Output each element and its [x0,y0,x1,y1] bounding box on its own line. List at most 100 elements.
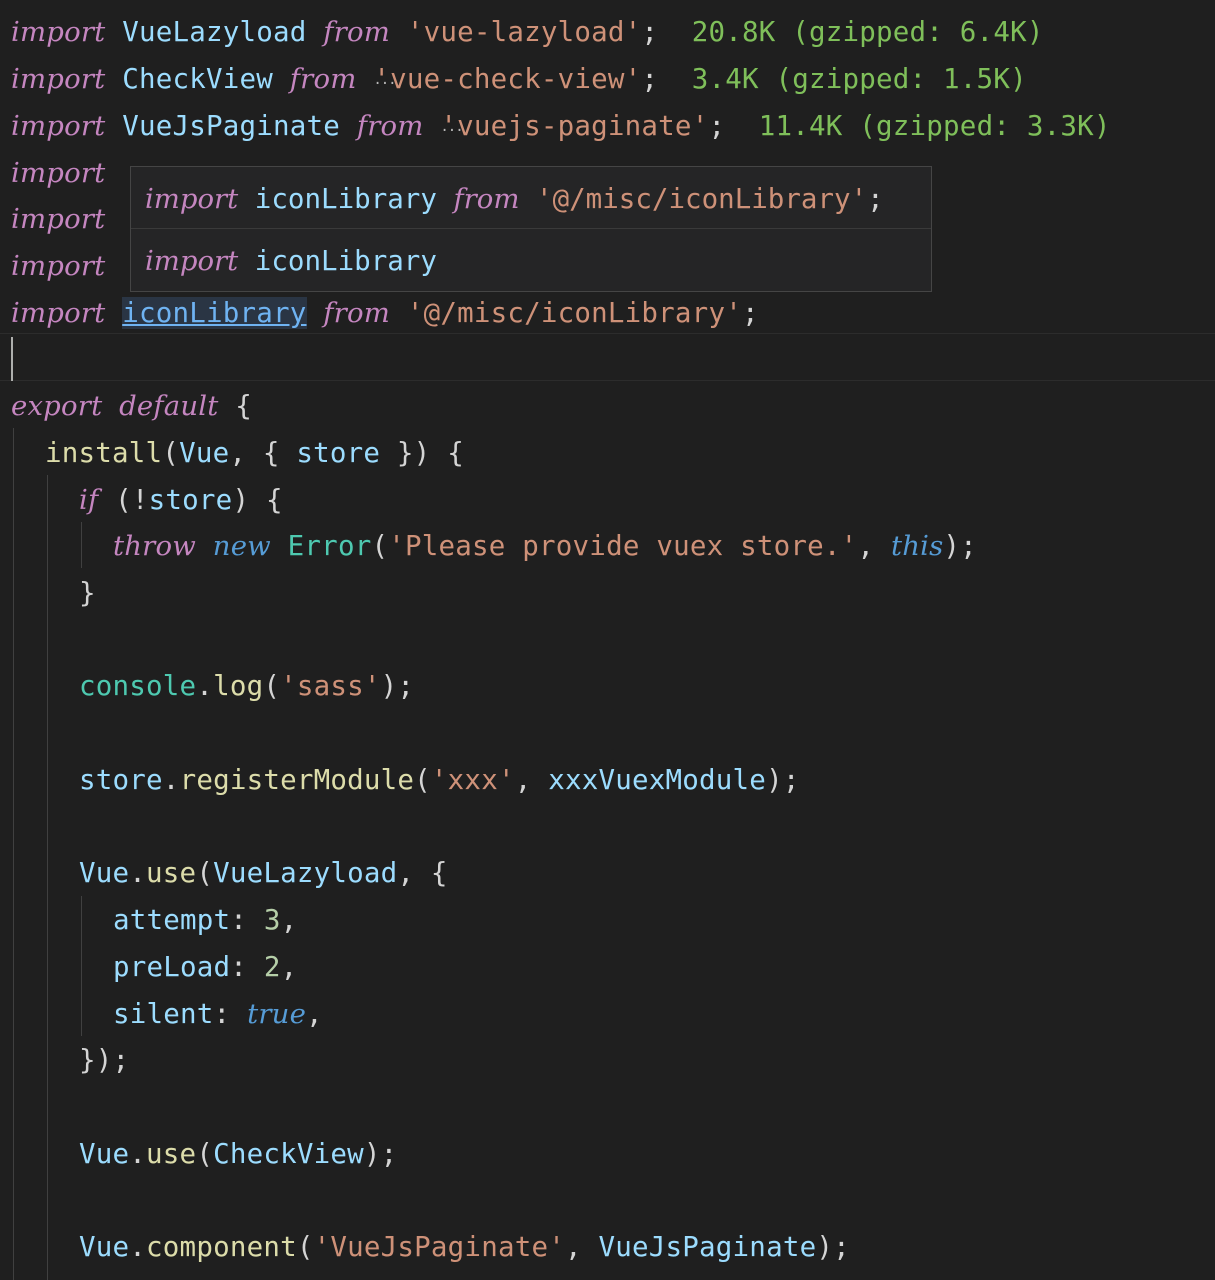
class-name: Error [287,530,372,562]
punctuation: (! [98,484,149,516]
punctuation: }) { [380,437,464,469]
number: 3 [263,904,281,936]
code-line-import-vuejspaginate[interactable]: import VueJsPaginate from 'vuejs-paginat… [11,103,1111,149]
punctuation: ; [708,110,726,142]
code-line-export-default[interactable]: export default { [11,383,252,429]
hover-tooltip-detail: import iconLibrary [145,238,437,284]
code-line-vue-use-checkview[interactable]: Vue.use(CheckView); [79,1131,397,1177]
punctuation: . [129,1138,147,1170]
punctuation: ( [162,437,180,469]
keyword: from [289,63,357,95]
hover-tooltip: import iconLibrary from '@/misc/iconLibr… [130,166,932,292]
string: 'vuejs-paginate' [440,110,708,142]
indent-guide [13,428,14,1280]
identifier-link-iconlibrary[interactable]: iconLibrary [122,297,307,329]
import-cost-annotation: 3.4K (gzipped: 1.5K) [691,63,1027,95]
code-line-import[interactable]: import [11,150,105,196]
punctuation: , [306,998,323,1030]
code-line-throw[interactable]: throw new Error('Please provide vuex sto… [113,523,977,569]
identifier: CheckView [213,1138,364,1170]
hover-tooltip-signature: import iconLibrary from '@/misc/iconLibr… [145,176,884,222]
import-cost-annotation: 11.4K (gzipped: 3.3K) [758,110,1111,142]
function-name: install [45,437,163,469]
punctuation: ); [380,670,415,702]
punctuation: . [129,1231,147,1263]
punctuation: ( [371,530,389,562]
punctuation: . [129,857,147,889]
import-cost-annotation: 20.8K (gzipped: 6.4K) [691,16,1044,48]
code-line-console-log[interactable]: console.log('sass'); [79,663,414,709]
code-line-option-silent[interactable]: silent: true, [113,991,323,1037]
keyword: if [79,484,99,516]
boolean: true [247,998,307,1030]
punctuation: . [162,764,180,796]
indent-guide [81,522,82,568]
punctuation: ; [641,16,659,48]
punctuation: , [280,904,298,936]
punctuation: ); [766,764,800,796]
identifier: xxxVuexModule [548,764,767,796]
keyword: export [11,390,103,422]
code-line-vue-use-lazyload[interactable]: Vue.use(VueLazyload, { [79,850,448,896]
string: 'xxx' [430,764,515,796]
punctuation: , [514,764,549,796]
punctuation: , { [229,437,297,469]
punctuation: , { [397,857,448,889]
keyword: default [119,390,219,422]
identifier: store [79,764,163,796]
code-editor[interactable]: import VueLazyload from 'vue-lazyload'; … [0,0,1215,1280]
hover-tooltip-divider [131,228,931,229]
identifier: iconLibrary [254,183,437,215]
identifier: Vue [79,1138,130,1170]
keyword: import [11,16,106,48]
keyword: this [890,530,944,562]
code-line-if[interactable]: if (!store) { [79,477,283,523]
punctuation: ( [296,1231,314,1263]
punctuation: { [235,390,253,422]
identifier: console [79,670,197,702]
code-line-option-preload[interactable]: preLoad: 2, [113,944,297,990]
keyword: import [145,245,239,277]
punctuation: ); [363,1138,398,1170]
code-line-close-brace[interactable]: } [79,570,96,616]
keyword: import [11,63,106,95]
keyword: from [323,16,391,48]
code-line-import[interactable]: import [11,196,105,242]
code-line-import-iconlibrary[interactable]: import iconLibrary from '@/misc/iconLibr… [11,290,759,336]
property-key: attempt [113,904,231,936]
punctuation: ; [741,297,759,329]
string: 'sass' [280,670,381,702]
code-line-vue-component[interactable]: Vue.component('VueJsPaginate', VueJsPagi… [79,1224,850,1270]
function-name: log [213,670,264,702]
identifier: Vue [79,857,130,889]
keyword: from [323,297,391,329]
identifier: Vue [179,437,230,469]
code-line-import[interactable]: import [11,243,105,289]
function-name: component [146,1231,297,1263]
identifier: store [296,437,381,469]
code-line-option-attempt[interactable]: attempt: 3, [113,897,297,943]
punctuation: }); [79,1044,130,1076]
property-key: preLoad [113,951,231,983]
code-line-import-vuelazyload[interactable]: import VueLazyload from 'vue-lazyload'; … [11,9,1044,55]
punctuation: ; [867,183,884,215]
punctuation: ); [943,530,977,562]
punctuation: , [280,951,298,983]
code-line-import-checkview[interactable]: import CheckView from 'vue-check-view'; … [11,56,1027,102]
code-line-install[interactable]: install(Vue, { store }) { [45,430,464,476]
punctuation: . [196,670,214,702]
code-line-close-use[interactable]: }); [79,1037,129,1083]
current-line-highlight [0,333,1215,381]
identifier: store [148,484,233,516]
identifier: VueLazyload [122,16,307,48]
punctuation: ); [816,1231,850,1263]
function-name: use [146,1138,197,1170]
identifier: CheckView [122,63,274,95]
punctuation: , [857,530,891,562]
punctuation: } [79,577,96,609]
code-line-register-module[interactable]: store.registerModule('xxx', xxxVuexModul… [79,757,800,803]
identifier: VueJsPaginate [598,1231,817,1263]
property-key: silent [113,998,214,1030]
function-name: registerModule [179,764,415,796]
punctuation: ( [196,1138,214,1170]
